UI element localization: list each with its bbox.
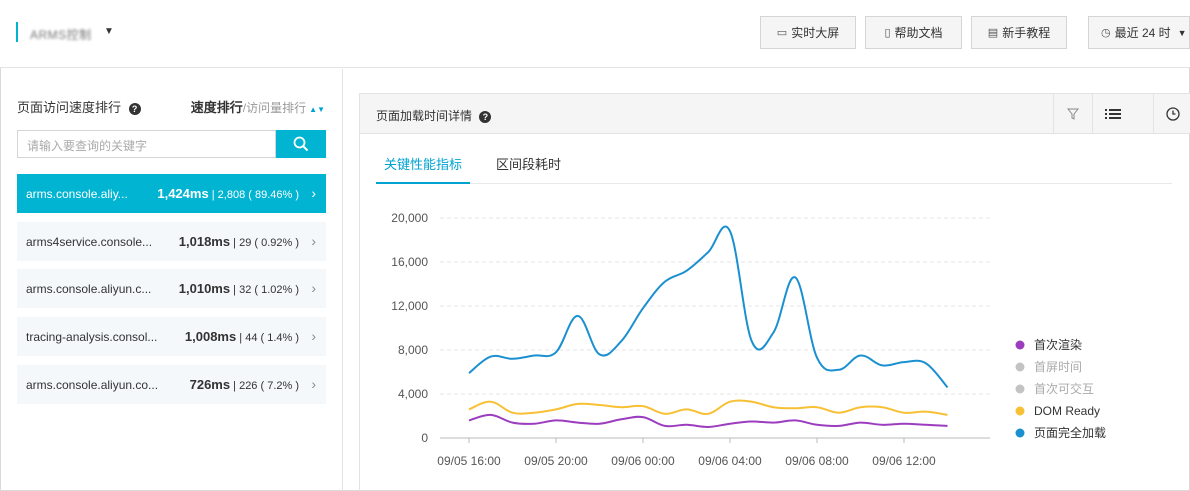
list-view-button[interactable] [1092, 94, 1132, 134]
search-icon [293, 136, 309, 152]
ranking-item-host: arms.console.aliy... [26, 186, 128, 201]
time-range-select[interactable]: ◷ 最近 24 时 ▼ [1088, 16, 1190, 49]
tutorial-button[interactable]: ▤ 新手教程 [971, 16, 1067, 49]
clock-icon: ◷ [1101, 27, 1111, 39]
ranking-item-detail: | 32 ( 1.02% ) [233, 284, 299, 296]
help-docs-button[interactable]: ▯ 帮助文档 [865, 16, 962, 49]
chevron-right-icon: › [311, 328, 316, 344]
sort-by-visits[interactable]: 访问量排行 [246, 101, 306, 115]
chevron-right-icon: › [311, 376, 316, 392]
document-icon: ▯ [884, 27, 891, 39]
ranking-item-detail: | 44 ( 1.4% ) [239, 332, 299, 344]
speed-ranking-panel: 页面访问速度排行 ? 速度排行/访问量排行 ▲▼ 请输入要查询的关键字 arms.… [0, 69, 343, 491]
book-icon: ▤ [987, 27, 999, 39]
sort-by-speed[interactable]: 速度排行 [191, 100, 243, 115]
ranking-item[interactable]: arms.console.aliy... 1,424ms | 2,808 ( 8… [17, 174, 326, 213]
monitor-icon: ▭ [776, 27, 788, 39]
filter-button[interactable] [1053, 94, 1091, 134]
tab-interval-timing[interactable]: 区间段耗时 [488, 146, 569, 184]
panel-title-text: 页面加载时间详情 [376, 109, 473, 123]
panel-header: 页面加载时间详情 ? [360, 94, 1190, 134]
filter-icon [1066, 108, 1079, 120]
search-button[interactable] [276, 130, 326, 158]
ranking-item-ms: 1,010ms [178, 281, 231, 296]
help-docs-label: 帮助文档 [894, 26, 943, 40]
sort-arrows-icon[interactable]: ▲▼ [309, 105, 325, 114]
history-button[interactable] [1153, 94, 1190, 134]
chevron-right-icon: › [311, 185, 316, 201]
help-icon[interactable]: ? [128, 102, 141, 115]
ranking-item-metric: 1,008ms | 44 ( 1.4% ) [185, 329, 299, 344]
panel-title: 页面加载时间详情 ? [376, 107, 492, 124]
chevron-right-icon: › [311, 233, 316, 249]
realtime-screen-label: 实时大屏 [791, 26, 840, 40]
ranking-item-metric: 1,010ms | 32 ( 1.02% ) [179, 281, 299, 296]
ranking-item-ms: 1,008ms [184, 329, 237, 344]
list-icon [1104, 109, 1121, 119]
search-input[interactable]: 请输入要查询的关键字 [17, 130, 276, 158]
metric-tabs: 关键性能指标 区间段耗时 [376, 146, 1172, 184]
top-bar: ARMS控制 ▼ ▭ 实时大屏 ▯ 帮助文档 ▤ 新手教程 ◷ 最近 24 时 … [0, 0, 1190, 68]
ranking-item-detail: | 29 ( 0.92% ) [233, 237, 299, 249]
ranking-title: 页面访问速度排行 ? [17, 97, 141, 116]
app-selector-caret-icon[interactable]: ▼ [104, 26, 114, 37]
ranking-item-metric: 1,424ms | 2,808 ( 89.46% ) [157, 186, 299, 201]
ranking-item-host: arms.console.aliyun.c... [26, 281, 152, 296]
app-accent-bar [16, 22, 18, 42]
ranking-item-host: arms.console.aliyun.co... [26, 377, 159, 392]
ranking-item-metric: 726ms | 226 ( 7.2% ) [190, 377, 299, 392]
time-range-label: 最近 24 时 [1114, 26, 1171, 40]
sort-toggle[interactable]: 速度排行/访问量排行 ▲▼ [191, 97, 325, 116]
app-selector-label[interactable]: ARMS控制 [30, 26, 92, 43]
ranking-item[interactable]: arms.console.aliyun.c... 1,010ms | 32 ( … [17, 269, 326, 308]
realtime-screen-button[interactable]: ▭ 实时大屏 [760, 16, 856, 49]
ranking-item-host: tracing-analysis.consol... [26, 329, 158, 344]
chevron-right-icon: › [311, 280, 316, 296]
ranking-item-ms: 726ms [189, 377, 231, 392]
load-time-detail-panel: 页面加载时间详情 ? 关键性能指标 区间段耗时 [359, 93, 1190, 491]
tab-key-metrics[interactable]: 关键性能指标 [376, 146, 471, 184]
ranking-item-host: arms4service.console... [26, 234, 153, 249]
ranking-item[interactable]: tracing-analysis.consol... 1,008ms | 44 … [17, 317, 326, 356]
time-range-caret-icon: ▼ [1177, 27, 1187, 38]
ranking-item-detail: | 2,808 ( 89.46% ) [211, 189, 299, 201]
ranking-title-text: 页面访问速度排行 [17, 100, 122, 115]
ranking-item[interactable]: arms4service.console... 1,018ms | 29 ( 0… [17, 222, 326, 261]
ranking-item-metric: 1,018ms | 29 ( 0.92% ) [179, 234, 299, 249]
tutorial-label: 新手教程 [1002, 26, 1051, 40]
ranking-item-detail: | 226 ( 7.2% ) [233, 380, 299, 392]
ranking-item-ms: 1,424ms [157, 186, 209, 201]
ranking-item[interactable]: arms.console.aliyun.co... 726ms | 226 ( … [17, 365, 326, 404]
help-icon[interactable]: ? [479, 110, 492, 123]
ranking-item-ms: 1,018ms [178, 234, 231, 249]
clock-icon [1165, 107, 1180, 121]
